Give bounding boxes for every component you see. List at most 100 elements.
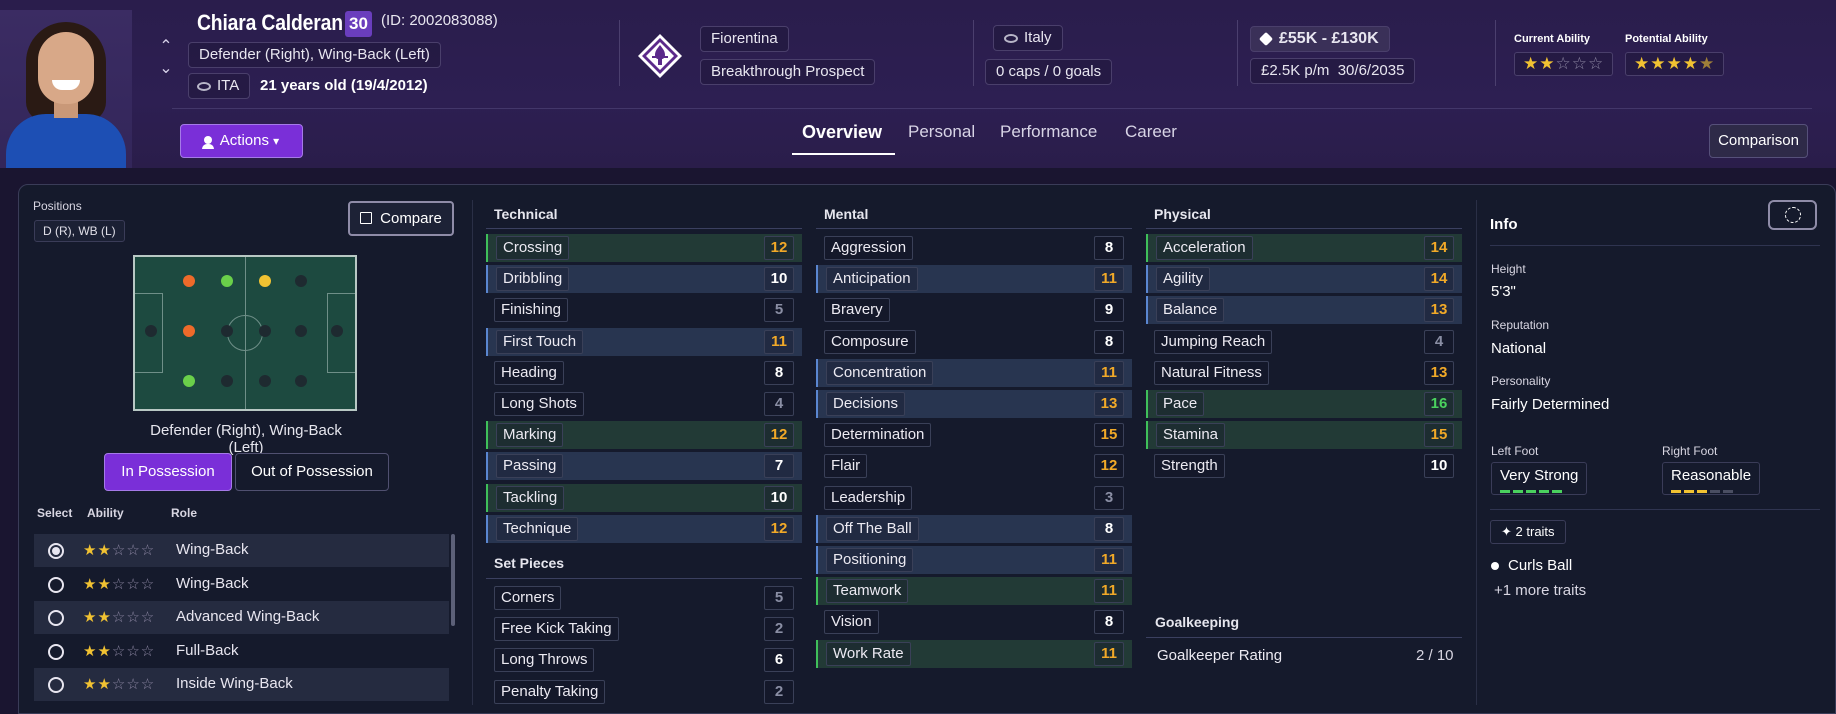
staff-view-button[interactable] [1768,200,1817,230]
role-radio[interactable] [48,643,64,660]
actions-button[interactable]: Actions ▾ [180,124,303,158]
club-status-chip: Breakthrough Prospect [700,59,876,85]
tab-overview[interactable]: Overview [802,122,882,143]
attribute-value: 12 [764,236,794,260]
tab-personal[interactable]: Personal [908,122,975,142]
attribute-row[interactable]: Natural Fitness 13 [1146,359,1462,387]
caps-chip: 0 caps / 0 goals [985,59,1113,85]
attribute-row[interactable]: Tackling 10 [486,483,802,512]
role-radio[interactable] [48,543,64,559]
attribute-row[interactable]: Dribbling 10 [486,265,802,294]
tab-performance[interactable]: Performance [1000,122,1097,142]
role-positions-text: Defender (Right), Wing-Back (Left) [150,422,342,456]
attribute-row[interactable]: Leadership 3 [816,484,1132,512]
attribute-row[interactable]: Determination 15 [816,421,1132,449]
attribute-row[interactable]: Strength 10 [1146,452,1462,480]
positions-chip: Defender (Right), Wing-Back (Left) [188,42,441,68]
attribute-row[interactable]: Positioning 11 [816,546,1132,574]
attribute-row[interactable]: Heading 8 [486,359,802,387]
chevron-down-icon[interactable]: ⌄ [158,58,174,80]
attribute-name: Work Rate [826,641,911,666]
role-radio[interactable] [48,576,64,593]
player-id: (ID: 2002083088) [381,12,498,29]
attribute-row[interactable]: Penalty Taking 2 [486,678,802,706]
attribute-row[interactable]: Acceleration 14 [1146,234,1462,262]
role-ability-stars: ★★☆☆☆ [83,676,156,693]
nationality-code: ITA [217,77,240,94]
out-of-possession-toggle[interactable]: Out of Possession [235,453,389,491]
attribute-name: Passing [496,454,564,479]
attribute-row[interactable]: Long Shots 4 [486,390,802,418]
attribute-value: 16 [1424,392,1454,416]
role-row[interactable]: ★★☆☆☆ Inside Wing-Back [34,668,449,701]
attribute-row[interactable]: Crossing 12 [486,234,802,262]
attribute-row[interactable]: Decisions 13 [816,390,1132,418]
potential-ability-stars: ★★★★★ [1625,52,1725,76]
attribute-row[interactable]: Flair 12 [816,452,1132,480]
position-dot [221,325,233,337]
role-radio[interactable] [48,677,64,693]
attribute-value: 10 [1424,454,1454,479]
tab-career[interactable]: Career [1125,122,1177,142]
attribute-row[interactable]: Balance 13 [1146,296,1462,325]
role-row[interactable]: ★★☆☆☆ Full-Back [34,635,449,668]
attribute-name: Heading [494,360,564,385]
attribute-row[interactable]: Anticipation 11 [816,265,1132,294]
ability-header: Ability [87,506,124,520]
flag-icon [197,81,211,91]
attribute-value: 15 [1424,423,1454,448]
attribute-row[interactable]: Concentration 11 [816,358,1132,387]
attribute-value: 8 [1094,516,1124,541]
attribute-row[interactable]: Agility 14 [1146,265,1462,294]
attribute-row[interactable]: Composure 8 [816,328,1132,356]
left-foot-value: Very Strong [1500,467,1579,484]
attribute-row[interactable]: Finishing 5 [486,296,802,324]
club-name-chip[interactable]: Fiorentina [700,26,789,52]
role-list-scrollbar[interactable] [451,534,455,626]
role-row[interactable]: ★★☆☆☆ Wing-Back [34,534,449,567]
traits-chip[interactable]: ✦ 2 traits [1490,520,1566,544]
attribute-row[interactable]: Vision 8 [816,608,1132,636]
attribute-value: 8 [1094,236,1124,260]
attribute-row[interactable]: Marking 12 [486,421,802,450]
attribute-row[interactable]: Free Kick Taking 2 [486,615,802,643]
sparkle-icon: ✦ [1501,524,1512,539]
technical-title: Technical [494,206,558,222]
attribute-value: 13 [1424,360,1454,385]
attribute-value: 11 [764,329,794,354]
attribute-row[interactable]: Passing 7 [486,452,802,481]
comparison-button[interactable]: Comparison [1709,124,1808,158]
attribute-row[interactable]: Long Throws 6 [486,646,802,674]
attribute-row[interactable]: Teamwork 11 [816,577,1132,606]
role-radio[interactable] [48,610,64,626]
compare-button[interactable]: Compare [348,201,454,236]
squad-number-badge: 30 [345,11,372,37]
attribute-row[interactable]: First Touch 11 [486,327,802,356]
attribute-row[interactable]: Corners 5 [486,584,802,612]
chevron-up-icon[interactable]: ⌃ [158,36,174,58]
attribute-row[interactable]: Work Rate 11 [816,639,1132,668]
attribute-row[interactable]: Stamina 15 [1146,421,1462,450]
trait-item: Curls Ball [1508,557,1573,574]
attribute-name: Stamina [1156,423,1226,448]
role-ability-stars: ★★☆☆☆ [83,609,156,626]
attribute-name: Long Throws [494,648,595,673]
attribute-row[interactable]: Aggression 8 [816,234,1132,262]
attribute-row[interactable]: Technique 12 [486,514,802,543]
in-possession-toggle[interactable]: In Possession [104,453,232,491]
attribute-value: 12 [764,423,794,448]
role-row[interactable]: ★★☆☆☆ Advanced Wing-Back [34,601,449,634]
more-traits-link[interactable]: +1 more traits [1494,582,1586,599]
attribute-name: Balance [1156,298,1225,323]
attribute-row[interactable]: Pace 16 [1146,390,1462,418]
attribute-value: 2 [764,679,794,704]
attribute-name: Free Kick Taking [494,617,619,642]
attribute-name: Technique [496,516,579,541]
role-row[interactable]: ★★☆☆☆ Wing-Back [34,568,449,601]
attribute-name: Decisions [826,392,906,416]
attribute-row[interactable]: Jumping Reach 4 [1146,328,1462,356]
attribute-row[interactable]: Off The Ball 8 [816,514,1132,543]
international-chip[interactable]: Italy [993,25,1063,51]
attribute-name: Vision [824,610,879,635]
attribute-row[interactable]: Bravery 9 [816,296,1132,324]
